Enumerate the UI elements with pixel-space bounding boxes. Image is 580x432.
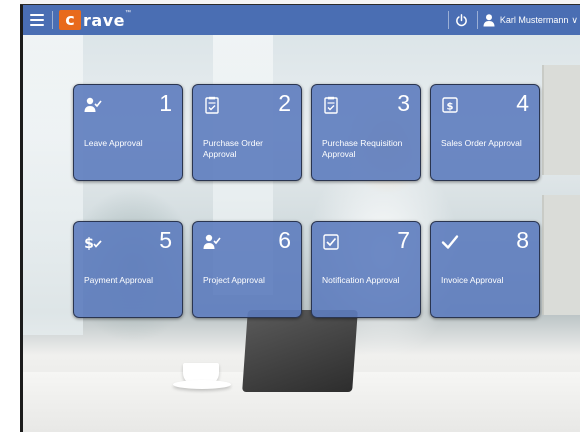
app-header: c rave ™ Karl Mustermann ∨ <box>23 5 580 35</box>
person-check-icon <box>203 234 221 249</box>
app-viewport: c rave ™ Karl Mustermann ∨ 1 Leave Appro… <box>23 5 580 432</box>
person-check-icon <box>84 97 102 112</box>
tile-label: Invoice Approval <box>441 275 504 285</box>
logo-text: rave <box>83 10 125 30</box>
tile-count: 2 <box>278 90 291 116</box>
header-divider <box>52 11 53 29</box>
logo-trademark: ™ <box>124 10 131 16</box>
tile-invoice-approval[interactable]: 8 Invoice Approval <box>430 221 540 318</box>
left-margin <box>0 0 20 432</box>
user-icon <box>483 14 495 27</box>
logo-letter: c <box>59 10 81 30</box>
tile-leave-approval[interactable]: 1 Leave Approval <box>73 84 183 181</box>
tile-notification-approval[interactable]: 7 Notification Approval <box>311 221 421 318</box>
tile-label: Notification Approval <box>322 275 400 285</box>
tile-label: Purchase Requisition Approval <box>322 138 403 159</box>
tile-purchase-requisition-approval[interactable]: 3 Purchase Requisition Approval <box>311 84 421 181</box>
tile-label: Leave Approval <box>84 138 143 148</box>
tile-label: Project Approval <box>203 275 265 285</box>
checkbox-icon <box>323 234 339 250</box>
tile-project-approval[interactable]: 6 Project Approval <box>192 221 302 318</box>
user-menu[interactable]: Karl Mustermann ∨ <box>478 13 578 27</box>
clipboard-check-icon <box>205 96 219 114</box>
dollar-check-icon: $ <box>84 236 102 251</box>
background-shelf <box>542 65 580 175</box>
background-tablet <box>242 310 358 392</box>
checkmark-icon <box>441 235 459 249</box>
tile-count: 6 <box>278 227 291 253</box>
clipboard-check-icon <box>324 96 338 114</box>
svg-text:$: $ <box>447 102 454 113</box>
tile-label: Payment Approval <box>84 275 153 285</box>
background-shelf <box>542 195 580 315</box>
crave-logo[interactable]: c rave ™ <box>59 8 131 32</box>
tile-count: 4 <box>516 90 529 116</box>
user-name: Karl Mustermann <box>499 15 569 25</box>
svg-text:$: $ <box>84 236 94 251</box>
tile-sales-order-approval[interactable]: $ 4 Sales Order Approval <box>430 84 540 181</box>
tile-purchase-order-approval[interactable]: 2 Purchase Order Approval <box>192 84 302 181</box>
tile-count: 3 <box>397 90 410 116</box>
tile-count: 7 <box>397 227 410 253</box>
chevron-down-icon: ∨ <box>571 14 578 25</box>
tile-label: Sales Order Approval <box>441 138 522 148</box>
hamburger-menu-icon[interactable] <box>30 14 44 26</box>
dollar-document-icon: $ <box>442 97 458 113</box>
tile-count: 8 <box>516 227 529 253</box>
tile-count: 1 <box>159 90 172 116</box>
power-icon[interactable] <box>449 7 475 33</box>
background-saucer <box>173 380 231 389</box>
tile-count: 5 <box>159 227 172 253</box>
tile-label: Purchase Order Approval <box>203 138 263 159</box>
tile-payment-approval[interactable]: $ 5 Payment Approval <box>73 221 183 318</box>
